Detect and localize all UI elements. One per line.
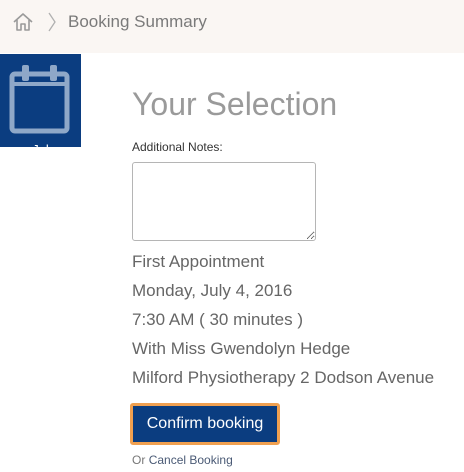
confirm-booking-button[interactable]: Confirm booking <box>130 403 280 445</box>
calendar-day: 4 <box>34 156 47 178</box>
notes-field[interactable] <box>132 162 316 241</box>
cancel-booking-link[interactable]: Cancel Booking <box>149 453 233 467</box>
appointment-time: 7:30 AM ( 30 minutes ) <box>132 310 304 329</box>
notes-label: Additional Notes: <box>132 140 223 154</box>
appointment-practitioner: With Miss Gwendolyn Hedge <box>132 339 351 358</box>
appointment-date: Monday, July 4, 2016 <box>132 281 293 300</box>
home-icon[interactable] <box>12 11 34 33</box>
page-title: Your Selection <box>132 86 338 122</box>
breadcrumb: Booking Summary <box>0 0 464 53</box>
chevron-right-icon <box>47 11 57 33</box>
calendar-icon <box>9 65 70 134</box>
breadcrumb-current: Booking Summary <box>68 12 207 31</box>
cancel-line: Or Cancel Booking <box>132 453 233 467</box>
appointment-location: Milford Physiotherapy 2 Dodson Avenue <box>132 368 435 387</box>
or-text: Or <box>132 453 146 467</box>
calendar-date-tile: Jul 4 <box>0 54 81 178</box>
appointment-type: First Appointment <box>132 252 265 271</box>
